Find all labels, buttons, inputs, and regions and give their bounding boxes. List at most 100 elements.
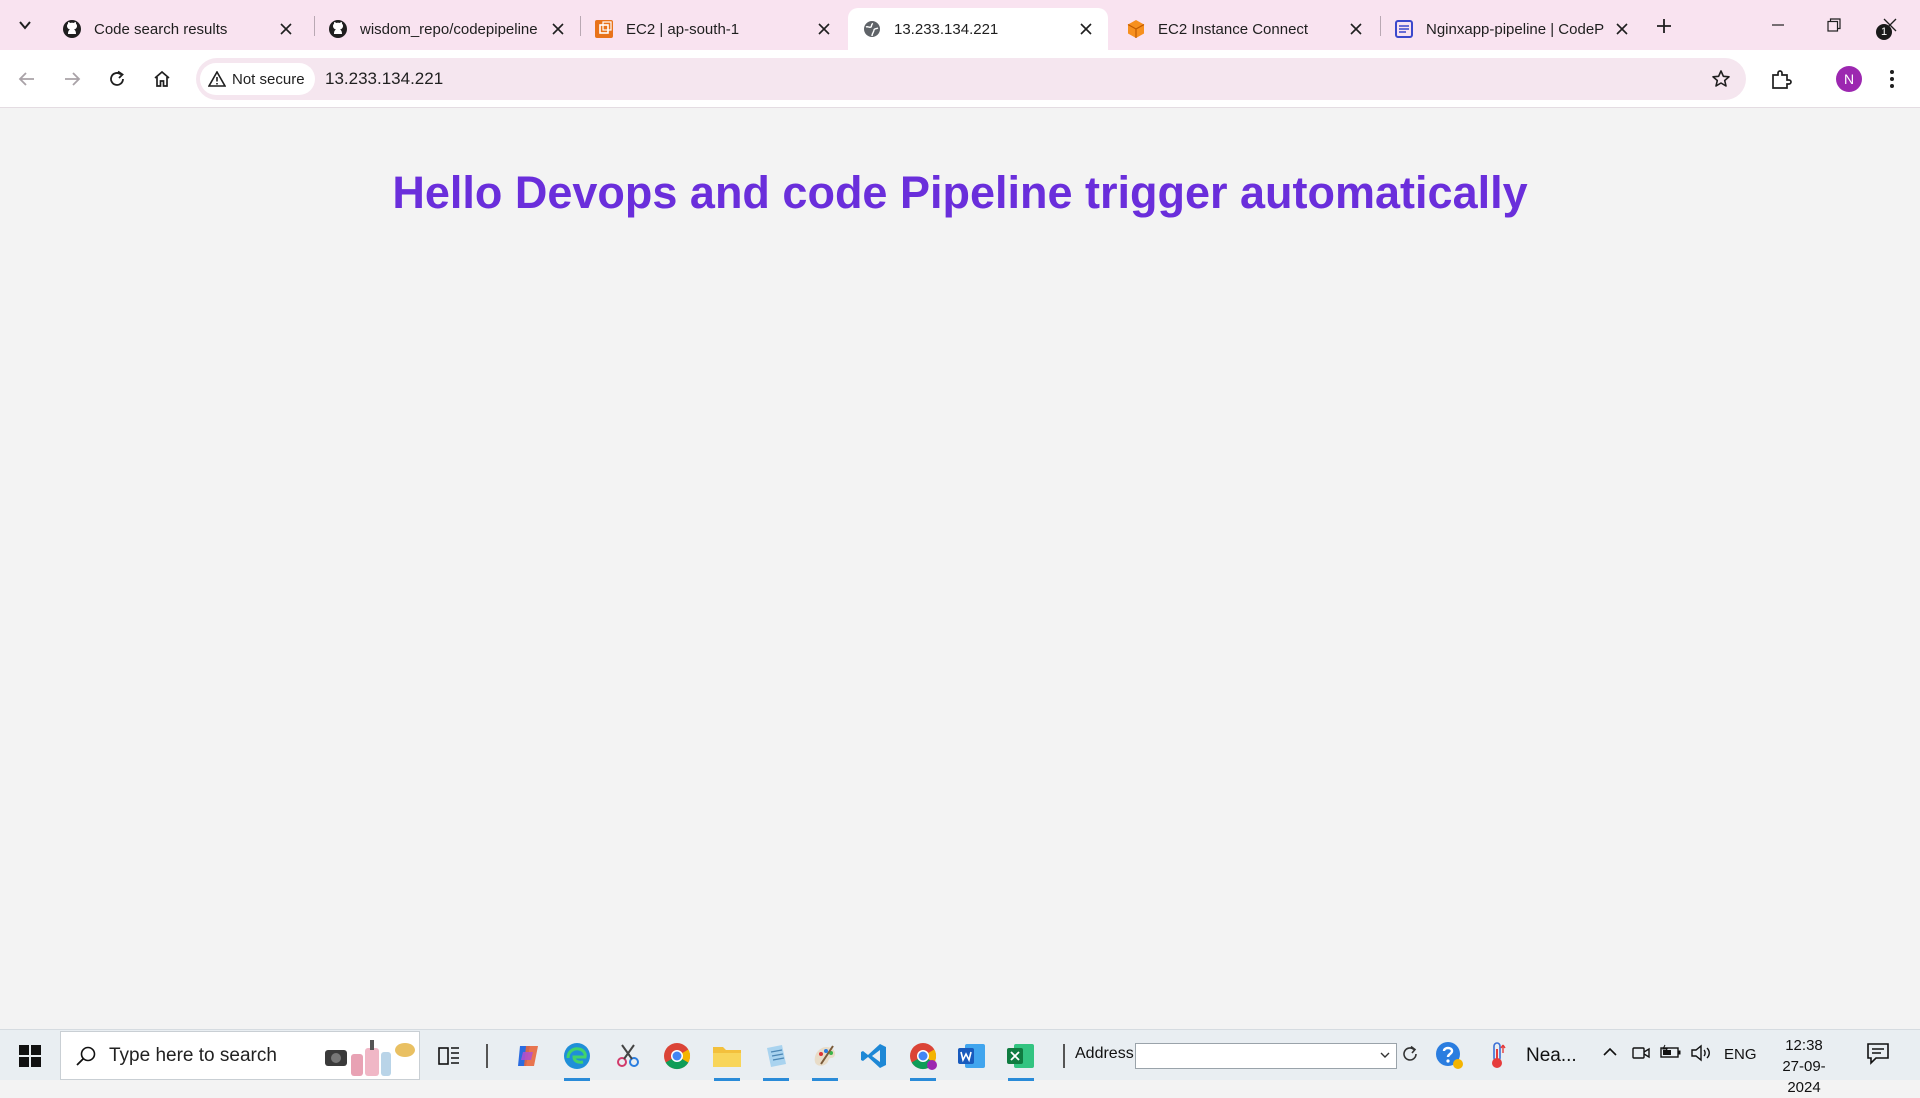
home-icon	[154, 70, 170, 87]
speaker-icon	[1691, 1044, 1710, 1062]
thermometer-icon	[1492, 1042, 1506, 1068]
chrome-icon	[910, 1043, 937, 1070]
plus-icon	[1657, 19, 1671, 33]
star-icon	[1712, 70, 1730, 87]
search-highlight-illustration	[325, 1040, 415, 1076]
aws-ec2-icon	[594, 19, 614, 39]
notification-icon[interactable]	[1866, 1042, 1892, 1066]
aws-codepipeline-icon	[1394, 19, 1414, 39]
tab-codepipeline[interactable]: Nginxapp-pipeline | CodeP	[1380, 8, 1644, 50]
help-app[interactable]	[1434, 1040, 1464, 1070]
tab-title: EC2 | ap-south-1	[626, 20, 740, 38]
windows-taskbar: Type here to search Address Nea... ENG 1…	[0, 1029, 1920, 1096]
chevron-down-icon[interactable]	[1378, 1048, 1392, 1062]
new-tab-button[interactable]	[1650, 12, 1678, 40]
meet-now-tray[interactable]	[1632, 1044, 1650, 1062]
excel-icon	[1007, 1044, 1034, 1068]
restore-button[interactable]	[1806, 0, 1862, 50]
paint-palette-icon	[814, 1045, 836, 1066]
notepad-app[interactable]	[755, 1035, 797, 1081]
file-explorer-app[interactable]	[706, 1035, 748, 1081]
weather-text[interactable]: Nea...	[1526, 1045, 1577, 1067]
chrome-icon	[664, 1043, 691, 1070]
task-view-icon	[438, 1047, 459, 1065]
camera-icon	[1632, 1047, 1650, 1059]
word-icon	[958, 1044, 985, 1068]
restore-icon	[1827, 18, 1841, 32]
chrome-profile-app[interactable]	[902, 1035, 944, 1081]
snipping-tool-app[interactable]	[607, 1035, 649, 1077]
tab-title: Nginxapp-pipeline | CodeP	[1426, 20, 1604, 38]
refresh-icon[interactable]	[1400, 1044, 1420, 1064]
search-placeholder: Type here to search	[109, 1044, 277, 1066]
help-icon	[1436, 1042, 1463, 1069]
notepad-icon	[767, 1045, 786, 1067]
globe-icon	[862, 19, 882, 39]
excel-app[interactable]	[1000, 1035, 1042, 1081]
close-icon[interactable]	[814, 19, 834, 39]
back-button[interactable]	[9, 61, 45, 97]
volume-tray[interactable]	[1690, 1044, 1712, 1062]
bookmark-button[interactable]	[1708, 66, 1734, 92]
tab-wisdom-repo[interactable]: wisdom_repo/codepipeline	[314, 8, 580, 50]
minimize-icon	[1772, 24, 1784, 26]
tab-title: wisdom_repo/codepipeline	[360, 20, 538, 38]
github-icon	[62, 19, 82, 39]
tab-title: 13.233.134.221	[894, 20, 999, 38]
clock-time: 12:38	[1785, 1037, 1823, 1054]
chevron-down-icon	[19, 21, 31, 30]
address-toolbar-input[interactable]	[1135, 1043, 1397, 1069]
address-toolbar-label: Address	[1075, 1045, 1134, 1062]
edge-app[interactable]	[556, 1035, 598, 1081]
address-bar[interactable]: Not secure 13.233.134.221	[196, 58, 1746, 100]
task-view-button[interactable]	[428, 1035, 470, 1077]
url-text[interactable]: 13.233.134.221	[325, 69, 443, 89]
security-label: Not secure	[232, 70, 305, 88]
show-hidden-icons-button[interactable]	[1602, 1044, 1618, 1060]
scissors-icon	[617, 1044, 639, 1067]
close-icon[interactable]	[1612, 19, 1632, 39]
weather-widget[interactable]	[1488, 1041, 1508, 1069]
profile-avatar[interactable]: N	[1836, 66, 1862, 92]
tab-search-button[interactable]	[10, 10, 40, 40]
browser-toolbar: Not secure 13.233.134.221	[0, 50, 1920, 108]
tab-ec2-instance-connect[interactable]: EC2 Instance Connect	[1112, 8, 1378, 50]
folder-icon	[713, 1047, 741, 1067]
windows-logo-icon	[19, 1045, 41, 1067]
language-indicator[interactable]: ENG	[1724, 1046, 1757, 1063]
minimize-button[interactable]	[1750, 0, 1806, 50]
chrome-app[interactable]	[656, 1035, 698, 1077]
forward-button[interactable]	[54, 61, 90, 97]
system-clock[interactable]: 12:38 27-09-2024	[1766, 1035, 1842, 1098]
close-icon[interactable]	[276, 19, 296, 39]
copilot-icon	[518, 1046, 538, 1066]
reload-button[interactable]	[99, 61, 135, 97]
taskbar-divider	[1063, 1044, 1065, 1068]
browser-menu-button[interactable]	[1874, 61, 1910, 97]
aws-cube-icon	[1126, 19, 1146, 39]
tab-ip-address[interactable]: 13.233.134.221	[848, 8, 1108, 50]
tab-code-search[interactable]: Code search results	[48, 8, 308, 50]
kebab-menu-icon	[1890, 70, 1894, 88]
extensions-button[interactable]	[1763, 61, 1799, 97]
paint-app[interactable]	[804, 1035, 846, 1081]
vscode-app[interactable]	[853, 1035, 895, 1077]
close-icon[interactable]	[548, 19, 568, 39]
close-icon[interactable]	[1076, 19, 1096, 39]
home-button[interactable]	[144, 61, 180, 97]
close-icon[interactable]	[1346, 19, 1366, 39]
taskbar-search-box[interactable]: Type here to search	[60, 1031, 420, 1080]
battery-tray[interactable]	[1660, 1044, 1682, 1060]
page-heading: Hello Devops and code Pipeline trigger a…	[392, 167, 1528, 218]
word-app[interactable]	[951, 1035, 993, 1077]
start-button[interactable]	[8, 1038, 52, 1074]
battery-icon	[1660, 1044, 1681, 1058]
arrow-left-icon	[18, 72, 34, 86]
tab-title: EC2 Instance Connect	[1158, 20, 1309, 38]
browser-window: Code search results wisdom_repo/codepipe…	[0, 0, 1920, 1096]
tab-ec2-console[interactable]: EC2 | ap-south-1	[580, 8, 846, 50]
close-window-button[interactable]	[1862, 0, 1918, 50]
puzzle-icon	[1772, 70, 1792, 89]
copilot-app[interactable]	[507, 1035, 549, 1077]
security-indicator[interactable]: Not secure	[200, 63, 315, 95]
